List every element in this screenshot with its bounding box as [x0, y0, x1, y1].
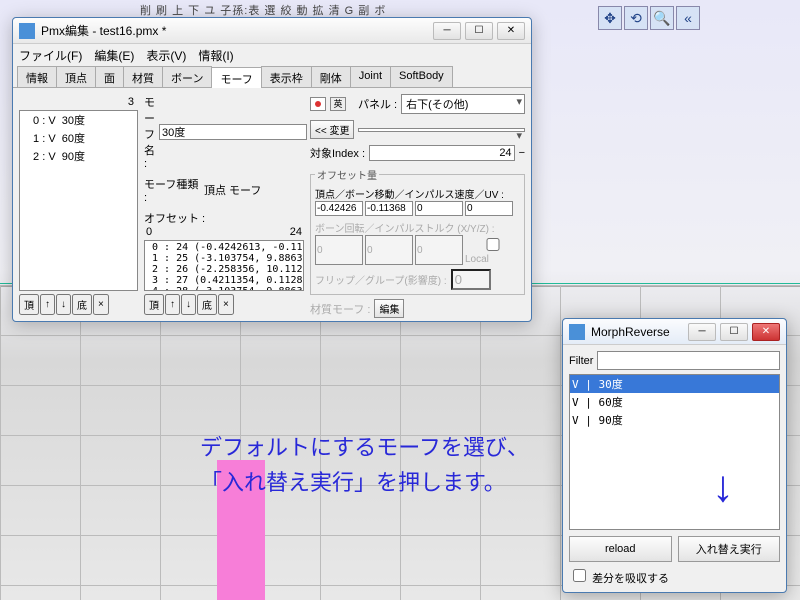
- minimize-button-mr[interactable]: ─: [688, 323, 716, 341]
- reload-button[interactable]: reload: [569, 536, 672, 562]
- offset-x[interactable]: [315, 201, 363, 216]
- material-edit-button: 編集: [374, 299, 404, 318]
- absorb-checkbox[interactable]: [573, 569, 586, 582]
- material-morph-label: 材質モーフ :: [310, 301, 370, 317]
- morph-props-pane: 英 パネル : 右下(その他) << 変更 対象Index : − オフセット量…: [310, 94, 525, 315]
- offset-label: オフセット :: [144, 210, 304, 226]
- close-button-mr[interactable]: ✕: [752, 323, 780, 341]
- titlebar-mr[interactable]: MorphReverse ─ ☐ ✕: [563, 319, 786, 345]
- offset-amount-legend: オフセット量: [315, 167, 379, 182]
- btn-down[interactable]: ↓: [56, 294, 71, 315]
- pmx-editor-window: Pmx編集 - test16.pmx * ─ ☐ ✕ ファイル(F) 編集(E)…: [12, 17, 532, 322]
- maximize-button-mr[interactable]: ☐: [720, 323, 748, 341]
- panel-select[interactable]: 右下(その他): [401, 94, 525, 114]
- bone-rot-label: ボーン回転／インパルストルク (X/Y/Z) :: [315, 220, 520, 235]
- menu-file[interactable]: ファイル(F): [19, 47, 82, 64]
- rotate-icon[interactable]: ⟲: [624, 6, 648, 30]
- move-icon[interactable]: ✥: [598, 6, 622, 30]
- flip-label: フリップ／グループ(影響度) :: [315, 272, 447, 287]
- titlebar[interactable]: Pmx編集 - test16.pmx * ─ ☐ ✕: [13, 18, 531, 44]
- app-icon: [19, 23, 35, 39]
- close-button[interactable]: ✕: [497, 22, 525, 40]
- tab-face[interactable]: 面: [95, 66, 124, 87]
- offset-amount-fieldset: オフセット量 頂点／ボーン移動／インパルス速度／UV : ボーン回転／インパルス…: [310, 167, 525, 295]
- offset-order-buttons: 頂 ↑ ↓ 底 ×: [144, 294, 304, 315]
- list-order-buttons: 頂 ↑ ↓ 底 ×: [19, 294, 138, 315]
- list-item[interactable]: V | 90度: [570, 411, 779, 429]
- flag-japan-icon[interactable]: [310, 97, 326, 111]
- filter-label: Filter: [569, 355, 593, 367]
- panel-label: パネル :: [358, 96, 397, 112]
- btn-del[interactable]: ×: [93, 294, 109, 315]
- window-title: Pmx編集 - test16.pmx *: [41, 22, 433, 39]
- window-title-mr: MorphReverse: [591, 325, 688, 339]
- rot-x: [315, 235, 363, 265]
- btn-del2[interactable]: ×: [218, 294, 234, 315]
- menu-view[interactable]: 表示(V): [146, 47, 186, 64]
- btn-top[interactable]: 頂: [19, 294, 39, 315]
- tab-rigid[interactable]: 剛体: [311, 66, 351, 87]
- filter-input[interactable]: [597, 351, 780, 370]
- list-item[interactable]: V | 30度: [570, 375, 779, 393]
- tab-softbody[interactable]: SoftBody: [390, 66, 453, 87]
- view-controls: ✥ ⟲ 🔍 «: [598, 6, 700, 30]
- zoom-icon[interactable]: 🔍: [650, 6, 674, 30]
- rot-y: [365, 235, 413, 265]
- btn-top2[interactable]: 頂: [144, 294, 164, 315]
- top-toolbar[interactable]: 削 刷 上 下 ユ 子孫:表 選 絞 動 拡 清 G 副 ボ: [140, 2, 386, 18]
- menu-info[interactable]: 情報(I): [198, 47, 233, 64]
- btn-up[interactable]: ↑: [40, 294, 55, 315]
- maximize-button[interactable]: ☐: [465, 22, 493, 40]
- morph-reverse-list[interactable]: V | 30度 V | 60度 V | 90度: [569, 374, 780, 530]
- local-checkbox: [469, 238, 517, 251]
- morph-list-pane: 3 0 : V 30度 1 : V 60度 2 : V 90度 頂 ↑ ↓ 底 …: [19, 94, 138, 315]
- morph-type-label: モーフ種類 :: [144, 176, 200, 204]
- change-button[interactable]: << 変更: [310, 120, 354, 139]
- menubar: ファイル(F) 編集(E) 表示(V) 情報(I): [13, 44, 531, 66]
- offset-z[interactable]: [415, 201, 463, 216]
- annotation-text: デフォルトにするモーフを選び、 「入れ替え実行」を押します。: [200, 430, 529, 500]
- offset-list[interactable]: 0 : 24 (-0.4242613, -0.1136806, 0) 1 : 2…: [144, 240, 304, 291]
- target-index-label: 対象Index :: [310, 145, 365, 161]
- execute-button[interactable]: 入れ替え実行: [678, 536, 781, 562]
- list-item[interactable]: V | 60度: [570, 393, 779, 411]
- arrow-icon: ↓: [712, 462, 734, 512]
- offset-sub-label: 頂点／ボーン移動／インパルス速度／UV :: [315, 186, 520, 201]
- absorb-label: 差分を吸収する: [592, 573, 669, 585]
- offset-w[interactable]: [465, 201, 513, 216]
- tab-material[interactable]: 材質: [123, 66, 163, 87]
- morph-reverse-window: MorphReverse ─ ☐ ✕ Filter V | 30度 V | 60…: [562, 318, 787, 593]
- menu-edit[interactable]: 編集(E): [94, 47, 134, 64]
- btn-bottom2[interactable]: 底: [197, 294, 217, 315]
- offset-y[interactable]: [365, 201, 413, 216]
- morph-list[interactable]: 0 : V 30度 1 : V 60度 2 : V 90度: [19, 110, 138, 291]
- offset-min: 0: [146, 226, 152, 238]
- tab-morph[interactable]: モーフ: [211, 67, 261, 88]
- tab-vertex[interactable]: 頂点: [56, 66, 96, 87]
- offset-max: 24: [290, 226, 302, 238]
- morph-count: 3: [19, 94, 138, 110]
- flag-eng-button[interactable]: 英: [330, 97, 346, 111]
- btn-up2[interactable]: ↑: [165, 294, 180, 315]
- morph-type-select[interactable]: [358, 128, 525, 132]
- flip-input: [451, 269, 491, 290]
- minus-icon[interactable]: −: [519, 147, 525, 159]
- tab-joint[interactable]: Joint: [350, 66, 391, 87]
- tabs: 情報 頂点 面 材質 ボーン モーフ 表示枠 剛体 Joint SoftBody: [13, 66, 531, 88]
- btn-down2[interactable]: ↓: [181, 294, 196, 315]
- tab-disp[interactable]: 表示枠: [261, 66, 312, 87]
- btn-bottom[interactable]: 底: [72, 294, 92, 315]
- rot-z: [415, 235, 463, 265]
- app-icon-mr: [569, 324, 585, 340]
- morph-type-value: 頂点 モーフ: [204, 182, 261, 198]
- tab-info[interactable]: 情報: [17, 66, 57, 87]
- morph-name-input[interactable]: [159, 124, 307, 140]
- minimize-button[interactable]: ─: [433, 22, 461, 40]
- collapse-icon[interactable]: «: [676, 6, 700, 30]
- morph-detail-pane: モーフ名 : モーフ種類 : 頂点 モーフ オフセット : 0 24 0 : 2…: [144, 94, 304, 315]
- tab-bone[interactable]: ボーン: [162, 66, 212, 87]
- morph-name-label: モーフ名 :: [144, 94, 155, 170]
- target-index-input[interactable]: [369, 145, 515, 161]
